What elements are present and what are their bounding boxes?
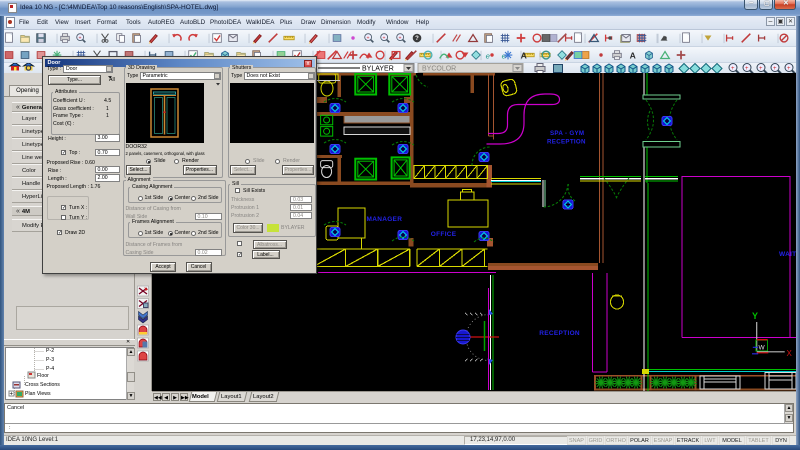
svg-text:W: W <box>759 345 766 352</box>
svg-text:?: ? <box>415 36 419 42</box>
svg-text:+: + <box>382 35 385 41</box>
svg-text:Y: Y <box>752 311 758 321</box>
svg-text:+: + <box>398 35 401 41</box>
svg-text:+: + <box>745 66 749 72</box>
svg-text:WAIT: WAIT <box>779 251 796 258</box>
svg-text:e: e <box>486 51 491 60</box>
svg-text:+: + <box>773 66 777 72</box>
svg-text:A: A <box>630 50 636 60</box>
svg-text:SPA - GYM: SPA - GYM <box>550 130 584 137</box>
svg-text:BYLAYER: BYLAYER <box>362 66 394 73</box>
svg-text:+: + <box>10 392 14 398</box>
svg-text:BYCOLOR: BYCOLOR <box>422 66 456 73</box>
svg-text:+: + <box>731 66 735 72</box>
svg-text:+: + <box>366 35 369 41</box>
svg-text:+: + <box>759 66 763 72</box>
svg-text:RECEPTION: RECEPTION <box>539 330 580 337</box>
svg-text:+: + <box>787 66 791 72</box>
svg-text:+: + <box>78 35 81 41</box>
svg-text:X: X <box>787 349 793 358</box>
svg-text:A: A <box>521 50 527 60</box>
svg-text:RECEPTION: RECEPTION <box>547 139 586 146</box>
svg-text:OFFICE: OFFICE <box>431 231 457 238</box>
svg-text:MANAGER: MANAGER <box>367 216 403 223</box>
